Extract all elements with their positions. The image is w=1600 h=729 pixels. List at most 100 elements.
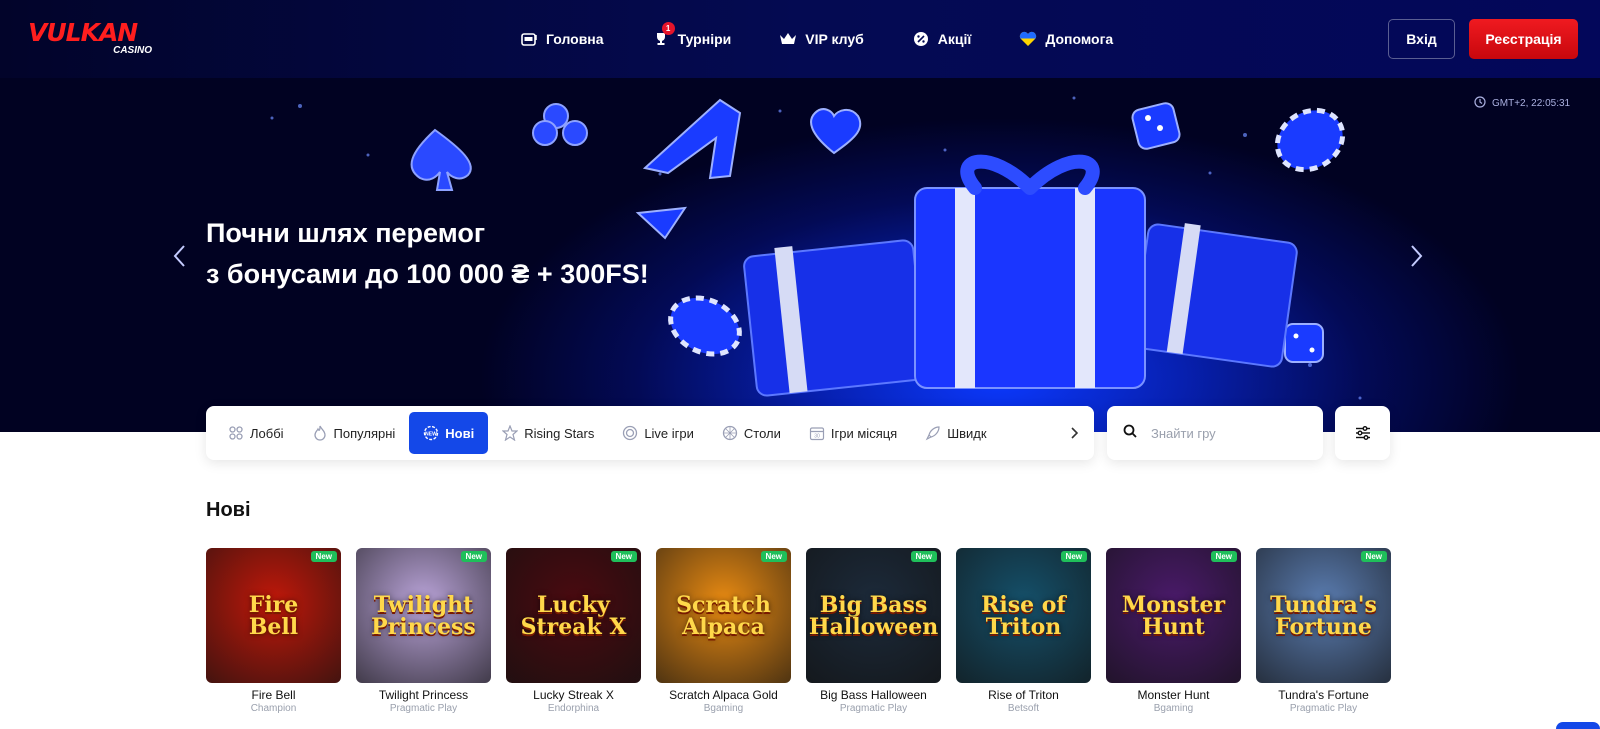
nav-label: Допомога [1045,31,1114,47]
calendar-icon: 30 [809,425,825,441]
nav-label: Акції [937,31,972,47]
game-provider: Pragmatic Play [389,703,458,714]
nav-label: VIP клуб [805,31,864,47]
tab-rising-stars[interactable]: Rising Stars [488,412,608,454]
heart-flag-icon [1019,30,1037,48]
nav-item-help[interactable]: Допомога [1019,26,1113,52]
game-name[interactable]: Twilight Princess [356,688,491,702]
tab-label: Столи [743,425,781,441]
nav-item-tournaments[interactable]: 1 Турніри [652,22,731,52]
tab-games-of-month[interactable]: 30 Ігри місяця [795,412,911,454]
tab-popular[interactable]: Популярні [298,412,410,454]
game-thumbnail[interactable]: Big Bass Halloween New [806,548,941,683]
promo-banner[interactable]: GMT+2, 22:05:31 Почни шлях перемог з бон… [0,78,1600,432]
game-name[interactable]: Scratch Alpaca Gold [656,688,791,702]
tab-live-games[interactable]: Live ігри [608,412,708,454]
game-art-title: Monster Hunt [1121,591,1226,640]
game-thumbnail[interactable]: Twilight Princess New [356,548,491,683]
search-input[interactable] [1151,425,1301,441]
game-name[interactable]: Tundra's Fortune [1256,688,1391,702]
game-art-title: Scratch Alpaca [676,591,771,640]
new-badge: New [1210,551,1237,562]
game-thumbnail[interactable]: Fire Bell New [206,548,341,683]
game-thumbnail[interactable]: Lucky Streak X New [506,548,641,683]
game-name[interactable]: Monster Hunt [1106,688,1241,702]
tab-label: Live ігри [644,425,694,441]
filter-button[interactable] [1335,406,1390,460]
game-provider: Pragmatic Play [839,703,908,714]
category-tabs: Лоббі Популярні NEW Нові Rising Stars Li… [206,406,1094,460]
main-nav: Головна 1 Турніри VIP клуб Акції Допомог… [520,22,1161,52]
search-icon [1123,424,1137,443]
tab-label: Популярні [333,425,396,441]
chevron-right-icon [1071,427,1078,439]
svg-text:NEW: NEW [425,432,437,438]
game-name[interactable]: Lucky Streak X [506,688,641,702]
server-time: GMT+2, 22:05:31 [1474,96,1570,111]
tab-fast[interactable]: Швидк [911,412,1000,454]
game-thumbnail[interactable]: Monster Hunt New [1106,548,1241,683]
games-row: Fire Bell New Fire Bell Champion Twilight Prin… [206,548,1391,714]
game-provider: Pragmatic Play [1289,703,1358,714]
tab-new[interactable]: NEW Нові [409,412,489,454]
nav-item-promotions[interactable]: Акції [912,26,972,52]
new-icon: NEW [423,425,439,441]
logo-main-text: VULKAN [28,18,138,47]
new-badge: New [610,551,637,562]
tab-label: Rising Stars [524,425,595,441]
nav-item-vip-club[interactable]: VIP клуб [779,26,864,52]
vulkan-casino-logo[interactable]: VULKAN CASINO [28,18,158,60]
new-badge: New [1360,551,1387,562]
live-icon [622,425,638,441]
support-chat-button[interactable] [1556,722,1600,729]
time-text: GMT+2, 22:05:31 [1492,98,1571,109]
roulette-icon [722,425,738,441]
new-badge: New [1060,551,1087,562]
svg-text:30: 30 [814,434,820,440]
tab-label: Лоббі [250,425,284,441]
game-card[interactable]: Twilight Princess New Twilight Princess Prag… [356,548,491,714]
tab-label: Ігри місяця [830,425,898,441]
game-art-title: Fire Bell [248,591,299,640]
game-thumbnail[interactable]: Rise of Triton New [956,548,1091,683]
game-art-title: Twilight Princess [371,591,476,640]
nav-label: Головна [546,31,604,47]
game-thumbnail[interactable]: Tundra's Fortune New [1256,548,1391,683]
star-icon [502,425,519,441]
tab-tables[interactable]: Столи [708,412,795,454]
game-card[interactable]: Fire Bell New Fire Bell Champion [206,548,341,714]
game-card[interactable]: Monster Hunt New Monster Hunt Bgaming [1106,548,1241,714]
banner-headline: Почни шлях перемог з бонусами до 100 000… [206,213,649,295]
nav-item-home[interactable]: Головна [520,26,604,52]
new-badge: New [460,551,487,562]
game-name[interactable]: Rise of Triton [956,688,1091,702]
banner-next-button[interactable] [1410,243,1424,275]
register-button[interactable]: Реєстрація [1469,19,1578,59]
game-name[interactable]: Big Bass Halloween [806,688,941,702]
game-provider: Bgaming [703,703,744,714]
game-card[interactable]: Tundra's Fortune New Tundra's Fortune Pragma… [1256,548,1391,714]
game-card[interactable]: Big Bass Halloween New Big Bass Halloween Pr… [806,548,941,714]
game-art-title: Big Bass Halloween [808,591,939,640]
game-provider: Endorphina [547,703,600,714]
top-header: VULKAN CASINO Головна 1 Турніри VIP клуб [0,0,1600,78]
banner-prev-button[interactable] [172,243,186,275]
rocket-icon [925,425,941,441]
game-name[interactable]: Fire Bell [206,688,341,702]
logo-sub-text: CASINO [113,45,152,56]
game-search [1107,406,1323,460]
slot-machine-icon [520,30,538,48]
section-title: Нові [206,499,251,521]
tab-lobby[interactable]: Лоббі [214,412,298,454]
game-card[interactable]: Lucky Streak X New Lucky Streak X Endorphina [506,548,641,714]
game-provider: Betsoft [1007,703,1040,714]
headline-line-1: Почни шлях перемог [206,218,486,248]
new-badge: New [910,551,937,562]
game-card[interactable]: Scratch Alpaca New Scratch Alpaca Gold Bgami… [656,548,791,714]
tabs-scroll-right-button[interactable] [1054,406,1094,460]
login-button[interactable]: Вхід [1388,19,1455,59]
game-provider: Bgaming [1153,703,1194,714]
game-card[interactable]: Rise of Triton New Rise of Triton Betsoft [956,548,1091,714]
headline-line-2: з бонусами до 100 000 ₴ + 300FS! [206,259,649,289]
game-thumbnail[interactable]: Scratch Alpaca New [656,548,791,683]
